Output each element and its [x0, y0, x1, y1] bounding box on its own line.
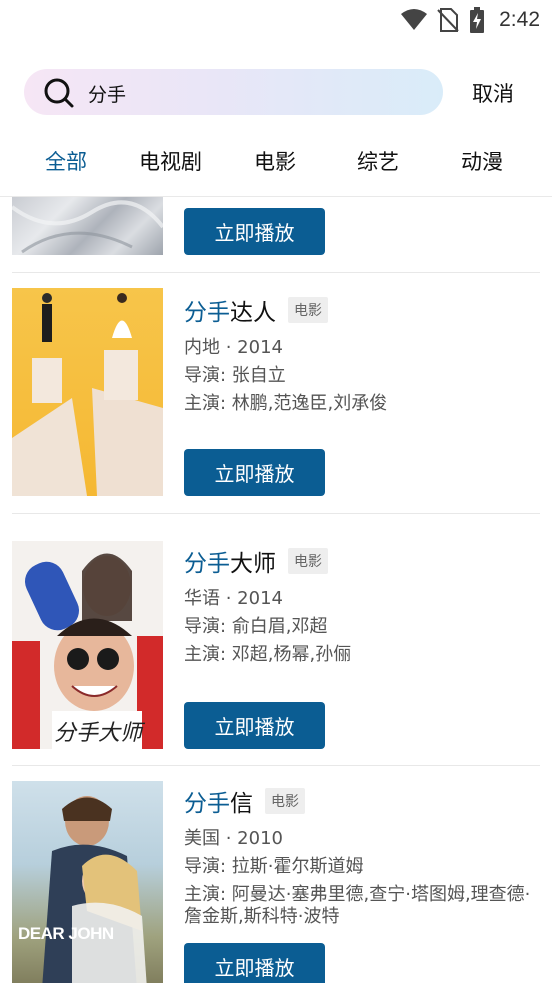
title-highlight: 分手 — [184, 551, 230, 577]
region-year: 华语 · 2014 — [184, 588, 283, 609]
cast-line: 主演: 邓超,杨幂,孙俪 — [184, 644, 352, 665]
tab-tv-series[interactable]: 电视剧 — [139, 146, 202, 176]
region-year: 美国 · 2010 — [184, 828, 283, 849]
results-list[interactable]: 立即播放 分手达人 电影 内地 · 2014 导演: 张自立 主演: 林鹏,范逸… — [0, 196, 552, 983]
no-sim-icon — [437, 8, 459, 32]
status-time: 2:42 — [499, 8, 540, 31]
title-highlight: 分手 — [184, 791, 230, 817]
list-item: DEAR JOHN 分手信 电影 美国 · 2010 导演: 拉斯·霍尔斯道姆 … — [12, 766, 540, 983]
search-icon — [44, 78, 74, 108]
title-rest: 达人 — [230, 300, 276, 326]
search-row: 分手 取消 — [24, 69, 544, 115]
region-year: 内地 · 2014 — [184, 337, 283, 358]
list-item: 立即播放 — [12, 197, 540, 273]
poster-image[interactable] — [12, 288, 163, 496]
play-button[interactable]: 立即播放 — [184, 449, 325, 496]
result-title[interactable]: 分手达人 — [184, 293, 276, 327]
result-title[interactable]: 分手信 — [184, 784, 253, 818]
wifi-icon — [401, 9, 428, 30]
type-badge: 电影 — [288, 548, 328, 574]
list-item: 分手达人 电影 内地 · 2014 导演: 张自立 主演: 林鹏,范逸臣,刘承俊… — [12, 273, 540, 514]
poster-image[interactable]: 分手大师 — [12, 541, 163, 749]
status-bar: 2:42 — [0, 0, 552, 40]
title-row: 分手达人 电影 — [184, 293, 328, 327]
poster-image[interactable]: DEAR JOHN — [12, 781, 163, 983]
type-badge: 电影 — [265, 788, 305, 814]
cancel-button[interactable]: 取消 — [472, 78, 514, 108]
tab-variety[interactable]: 综艺 — [357, 146, 399, 176]
play-button[interactable]: 立即播放 — [184, 208, 325, 255]
cast-line: 主演: 林鹏,范逸臣,刘承俊 — [184, 393, 388, 414]
tab-all[interactable]: 全部 — [45, 146, 87, 176]
status-icons: 2:42 — [401, 6, 540, 34]
title-row: 分手大师 电影 — [184, 544, 328, 578]
director-line: 导演: 俞白眉,邓超 — [184, 616, 328, 637]
play-button[interactable]: 立即播放 — [184, 702, 325, 749]
result-title[interactable]: 分手大师 — [184, 544, 276, 578]
poster-caption: 分手大师 — [54, 721, 143, 746]
type-badge: 电影 — [288, 297, 328, 323]
poster-couple-art — [42, 796, 147, 983]
battery-charging-icon — [470, 7, 485, 33]
cast-line: 主演: 阿曼达·塞弗里德,查宁·塔图姆,理查德·詹金斯,斯科特·波特 — [184, 884, 531, 927]
tab-movie[interactable]: 电影 — [254, 146, 296, 176]
poster-cake-art — [12, 293, 163, 496]
play-button[interactable]: 立即播放 — [184, 943, 325, 983]
tab-anime[interactable]: 动漫 — [461, 146, 503, 176]
director-line: 导演: 拉斯·霍尔斯道姆 — [184, 856, 364, 877]
category-tabs: 全部 电视剧 电影 综艺 动漫 — [0, 138, 552, 184]
search-query: 分手 — [88, 84, 127, 106]
title-rest: 大师 — [230, 551, 276, 577]
title-highlight: 分手 — [184, 300, 230, 326]
poster-caption: DEAR JOHN — [18, 924, 114, 943]
list-item: 分手大师 分手大师 电影 华语 · 2014 导演: 俞白眉,邓超 主演: 邓超… — [12, 514, 540, 766]
poster-image[interactable] — [12, 197, 163, 255]
title-row: 分手信 电影 — [184, 784, 305, 818]
poster-fabric-art — [12, 200, 163, 254]
director-line: 导演: 张自立 — [184, 365, 286, 386]
title-rest: 信 — [230, 791, 253, 817]
search-input[interactable]: 分手 — [24, 69, 443, 115]
